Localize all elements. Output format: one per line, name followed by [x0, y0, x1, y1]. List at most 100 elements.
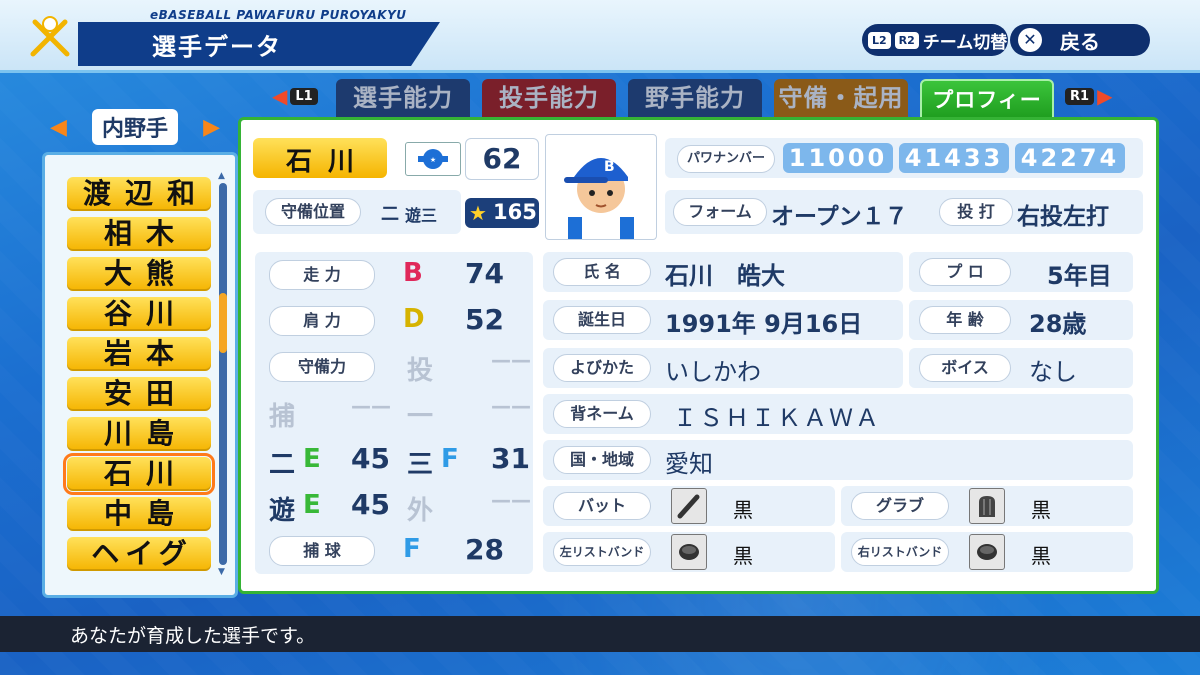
glove-icon: [969, 488, 1005, 524]
position-label: 内野手: [91, 109, 178, 145]
position-selector[interactable]: ◀ 内野手 ▶: [50, 107, 220, 147]
back-name: ＩＳＨＩＫＡＷＡ: [673, 404, 881, 432]
left-wristband-row: 左リストバンド 黒: [543, 532, 835, 572]
team-switch-label: チーム切替: [922, 32, 1008, 53]
catcher-value: ——: [351, 394, 391, 418]
fielding-tag: 守備力: [269, 352, 375, 382]
age: 28歳: [1029, 310, 1087, 338]
third-pos: 三: [407, 450, 434, 480]
form-row: フォーム オープン１７ 投 打 右投左打: [665, 190, 1143, 234]
list-item[interactable]: 安田: [67, 377, 211, 411]
bat-color: 黒: [733, 498, 753, 522]
back-button[interactable]: ✕ 戻る: [1010, 24, 1150, 56]
player-avatar: B: [545, 134, 657, 240]
scroll-up-icon: ▲: [218, 171, 225, 181]
speed-value: 74: [465, 257, 504, 290]
list-item[interactable]: 谷川: [67, 297, 211, 331]
age-row: 年 齢 28歳: [909, 300, 1133, 340]
tab-pitcher-abilities[interactable]: 投手能力: [482, 79, 616, 117]
reading-tag: よびかた: [553, 354, 651, 382]
third-value: 31: [491, 442, 530, 475]
speed-tag: 走 力: [269, 260, 375, 290]
glove-color: 黒: [1031, 498, 1051, 522]
team-switch-button[interactable]: L2 R2 チーム切替: [862, 24, 1008, 56]
short-grade: E: [303, 490, 321, 520]
back-name-tag: 背ネーム: [553, 400, 651, 428]
right-wristband-tag: 右リストバンド: [851, 538, 949, 566]
region-tag: 国・地域: [553, 446, 651, 474]
catching-value: 28: [465, 533, 504, 566]
list-item[interactable]: 相木: [67, 217, 211, 251]
voice: なし: [1029, 358, 1077, 386]
second-grade: E: [303, 444, 321, 474]
right-arrow-icon: ▶: [1097, 84, 1113, 108]
pawa-number-3: 42274: [1015, 143, 1125, 173]
list-item[interactable]: ヘイグ: [67, 537, 211, 571]
short-value: 45: [351, 488, 390, 521]
catching-grade: F: [403, 534, 421, 564]
birthday-tag: 誕生日: [553, 306, 651, 334]
r1-key: R1: [1065, 87, 1095, 105]
position-info: 守備位置 二 遊三: [253, 190, 461, 234]
message-bar: あなたが育成した選手です。: [0, 616, 1200, 652]
left-wristband-color: 黒: [733, 544, 753, 568]
outfield-value: ——: [491, 488, 531, 512]
tab-profile[interactable]: プロフィール: [920, 79, 1054, 150]
throw-bat-value: 右投左打: [1017, 204, 1109, 230]
svg-text:★: ★: [430, 156, 436, 164]
list-item[interactable]: 岩本: [67, 337, 211, 371]
position-prev-icon[interactable]: ◀: [50, 115, 67, 140]
list-item[interactable]: 渡辺和: [67, 177, 211, 211]
pro-years: 5年目: [1047, 262, 1112, 290]
right-wristband-color: 黒: [1031, 544, 1051, 568]
back-label: 戻る: [1060, 29, 1100, 54]
list-item-selected[interactable]: 石川: [63, 453, 215, 495]
list-item[interactable]: 中島: [67, 497, 211, 531]
arm-tag: 肩 力: [269, 306, 375, 336]
uniform-number: 62: [482, 142, 522, 175]
right-wristband-icon: [969, 534, 1005, 570]
player-name: 石川: [285, 147, 370, 177]
first-pos: 一: [407, 402, 434, 432]
left-wristband-icon: [671, 534, 707, 570]
outfield-pos: 外: [407, 496, 434, 526]
reading: いしかわ: [665, 358, 761, 386]
catcher-pos: 捕: [269, 402, 296, 432]
short-pos: 遊: [269, 496, 296, 526]
arm-value: 52: [465, 303, 504, 336]
brand-text: eBASEBALL PAWAFURU PUROYAKYU: [150, 8, 407, 22]
pro-years-tag: プ ロ: [919, 258, 1011, 286]
sub-positions: 遊三: [405, 206, 438, 225]
pawa-number-1: 11000: [783, 143, 893, 173]
pawa-number-row: パワナンバー 11000 41433 42274: [665, 138, 1143, 178]
footer-message: あなたが育成した選手です。: [70, 625, 316, 647]
player-list: 渡辺和 相木 大熊 谷川 岩本 安田 川島 石川 中島 ヘイグ ▲ ▼: [42, 152, 238, 598]
tab-next-hint[interactable]: R1 ▶: [1062, 84, 1112, 108]
scroll-thumb[interactable]: [219, 293, 227, 353]
crossed-bats-logo-icon: [30, 16, 70, 57]
ability-column: 走 力 B 74 肩 力 D 52 守備力 投 —— 捕 —— 一 —— 二 E…: [255, 252, 533, 574]
uniform-number-box: 62: [465, 138, 539, 180]
list-item[interactable]: 大熊: [67, 257, 211, 291]
back-name-row: 背ネーム ＩＳＨＩＫＡＷＡ: [543, 394, 1133, 434]
tab-fielder-abilities[interactable]: 野手能力: [628, 79, 762, 117]
right-wristband-row: 右リストバンド 黒: [841, 532, 1133, 572]
overall-rating: 165: [493, 200, 537, 224]
list-scrollbar[interactable]: ▲ ▼: [218, 171, 227, 577]
star-icon: ★: [469, 201, 487, 225]
arm-grade: D: [403, 304, 425, 334]
pawa-number-tag: パワナンバー: [677, 145, 775, 173]
bat-row: バット 黒: [543, 486, 835, 526]
tab-defense-usage[interactable]: 守備・起用: [774, 79, 908, 117]
tab-player-abilities[interactable]: 選手能力: [336, 79, 470, 117]
list-item[interactable]: 川島: [67, 417, 211, 451]
region-row: 国・地域 愛知: [543, 440, 1133, 480]
region: 愛知: [665, 450, 713, 478]
second-pos: 二: [269, 450, 296, 480]
first-value: ——: [491, 394, 531, 418]
voice-row: ボイス なし: [909, 348, 1133, 388]
position-next-icon[interactable]: ▶: [203, 115, 220, 140]
scroll-down-icon: ▼: [218, 567, 225, 577]
pro-years-row: プ ロ 5年目: [909, 252, 1133, 292]
tab-prev-hint[interactable]: ◀ L1: [272, 84, 321, 108]
